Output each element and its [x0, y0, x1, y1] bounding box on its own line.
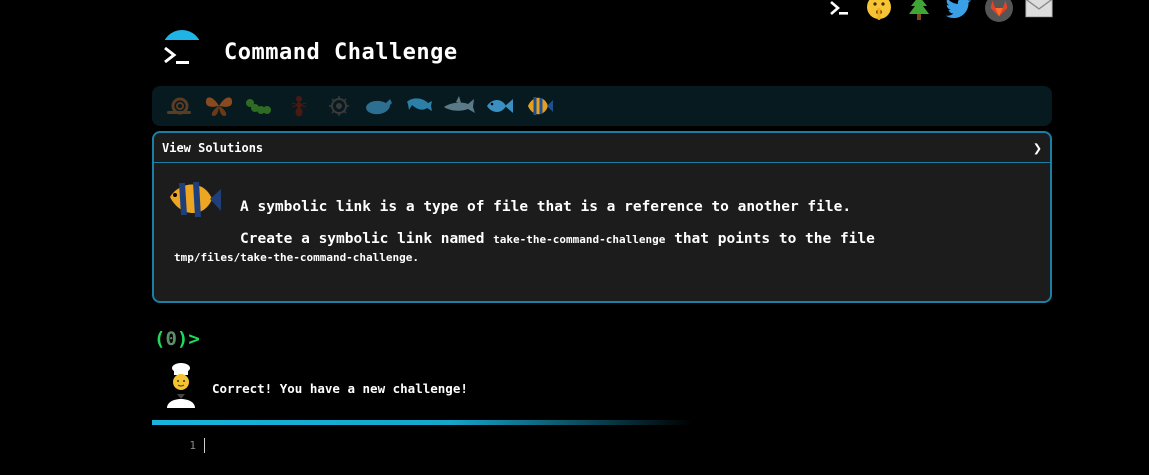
result-text: Correct! You have a new challenge! [212, 380, 468, 396]
challenge-line-1: A symbolic link is a type of file that i… [240, 199, 852, 215]
caterpillar-icon[interactable] [240, 89, 278, 123]
whale-icon[interactable] [360, 89, 398, 123]
tropical-fish-icon[interactable] [520, 89, 558, 123]
view-solutions-toggle[interactable]: View Solutions ❯ [154, 133, 1050, 163]
microbe-icon[interactable] [320, 89, 358, 123]
chevron-right-icon: ❯ [1032, 138, 1042, 157]
command-editor[interactable]: 1 [152, 432, 205, 458]
shell-prompt: (0)> [154, 328, 200, 350]
result-message: Correct! You have a new challenge! [164, 362, 468, 410]
progress-bar [152, 420, 692, 425]
text-cursor [204, 437, 205, 453]
view-solutions-label: View Solutions [162, 140, 264, 155]
challenge-card: View Solutions ❯ A symbolic link is a ty… [152, 131, 1052, 303]
snail-icon[interactable] [160, 89, 198, 123]
fish-icon[interactable] [480, 89, 518, 123]
mail-icon[interactable] [1025, 0, 1053, 22]
line-number: 1 [189, 438, 196, 452]
prompt-open-paren: ( [154, 328, 166, 350]
butterfly-icon[interactable] [200, 89, 238, 123]
prompt-count: 0 [165, 328, 177, 350]
ant-icon[interactable] [280, 89, 318, 123]
shark-icon[interactable] [440, 89, 478, 123]
dolphin-icon[interactable] [400, 89, 438, 123]
prompt-close: )> [176, 328, 200, 350]
shushing-face-icon[interactable] [865, 0, 893, 22]
challenge-link-name: take-the-command-challenge [493, 233, 666, 246]
page-title: Command Challenge [224, 39, 458, 65]
challenge-description: A symbolic link is a type of file that i… [154, 163, 1050, 264]
social-links [825, 0, 1053, 22]
tropical-fish-icon [170, 181, 221, 218]
twitter-icon[interactable] [945, 0, 973, 22]
terminal-icon[interactable] [825, 0, 853, 22]
header: Command Challenge [160, 30, 458, 74]
gitlab-icon[interactable] [985, 0, 1013, 22]
challenge-line-2-text: Create a symbolic link named [240, 231, 494, 247]
challenge-target-path: tmp/files/take-the-command-challenge. [174, 251, 420, 264]
challenge-line-2: Create a symbolic link named take-the-co… [240, 231, 875, 247]
level-bar [152, 86, 1052, 126]
tree-icon[interactable] [905, 0, 933, 22]
logo-icon[interactable] [160, 30, 204, 74]
challenge-line-2-suffix: that points to the file [665, 231, 875, 247]
chef-icon [167, 363, 195, 408]
